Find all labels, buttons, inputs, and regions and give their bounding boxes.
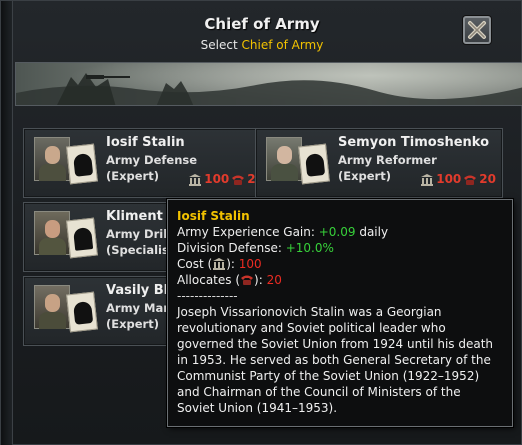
allocates-value: 20 <box>479 172 496 186</box>
advisor-trait: Army Reformer <box>338 153 437 167</box>
panel-left-edge <box>1 1 13 445</box>
telephone-icon <box>464 175 477 185</box>
tooltip-description-line: governed the Soviet Union from 1924 unti… <box>177 337 494 351</box>
advisor-selection-panel: Chief of Army Select Chief of Army Iosif… <box>0 0 522 445</box>
advisor-portrait <box>266 137 302 181</box>
advisor-level: (Expert) <box>106 317 159 331</box>
advisor-portrait <box>34 285 70 329</box>
tooltip-experience-gain: Army Experience Gain: +0.09 daily <box>177 225 389 239</box>
advisor-costs: 100 20 <box>188 172 264 186</box>
division-defense-value: +10.0% <box>285 241 334 255</box>
advisor-card-timoshenko[interactable]: Semyon Timoshenko Army Reformer (Expert)… <box>255 128 503 198</box>
army-drill-trait-icon <box>66 217 98 259</box>
advisor-name: Semyon Timoshenko <box>338 135 490 150</box>
telephone-icon <box>241 275 254 285</box>
advisor-name: Iosif Stalin <box>106 135 185 150</box>
political-power-icon <box>421 173 434 186</box>
cost-value: 100 <box>204 172 230 186</box>
tooltip-separator: -------------- <box>177 289 238 303</box>
army-defense-trait-icon <box>66 143 98 185</box>
subtitle-prefix: Select <box>200 38 238 52</box>
political-power-icon <box>213 258 226 270</box>
advisor-trait: Army Defense <box>106 153 198 167</box>
cost-value: 100 <box>436 172 462 186</box>
advisor-costs: 100 20 <box>420 172 496 186</box>
advisor-tooltip: Iosif Stalin Army Experience Gain: +0.09… <box>167 199 513 427</box>
advisor-level: (Expert) <box>338 169 391 183</box>
tooltip-description-line: Joseph Vissarionovich Stalin was a Georg… <box>177 305 442 319</box>
tooltip-advisor-name: Iosif Stalin <box>177 209 250 223</box>
subtitle-highlight: Chief of Army <box>241 38 324 52</box>
tooltip-division-defense: Division Defense: +10.0% <box>177 241 334 255</box>
close-button[interactable] <box>463 16 491 44</box>
tooltip-allocates: Allocates (): 20 <box>177 273 282 287</box>
tooltip-cost: Cost (): 100 <box>177 257 262 271</box>
experience-gain-value: +0.09 <box>318 225 356 239</box>
political-power-icon <box>189 173 202 186</box>
tooltip-description-line: and Chairman of the Council of Ministers… <box>177 385 461 399</box>
panel-title: Chief of Army <box>204 15 320 33</box>
advisor-portrait <box>34 211 70 255</box>
tooltip-description-line: Communist Party of the Soviet Union (192… <box>177 369 480 383</box>
advisor-level: (Expert) <box>106 169 159 183</box>
advisor-card-stalin[interactable]: Iosif Stalin Army Defense (Expert) 100 2… <box>23 128 271 198</box>
advisor-portrait <box>34 137 70 181</box>
category-banner-image <box>15 62 522 106</box>
army-maneuver-trait-icon <box>66 291 98 333</box>
panel-subtitle: Select Chief of Army <box>1 38 522 52</box>
tooltip-description-line: in 1953. He served as both General Secre… <box>177 353 491 367</box>
allocates-value: 20 <box>266 273 282 287</box>
telephone-icon <box>232 175 245 185</box>
army-reformer-trait-icon <box>298 143 330 185</box>
close-icon <box>468 21 486 39</box>
advisor-trait: Army Drill <box>106 227 172 241</box>
cost-value: 100 <box>238 257 262 271</box>
tooltip-description-line: Soviet Union (1941–1953). <box>177 401 338 415</box>
tooltip-description-line: revolutionary and Soviet political leade… <box>177 321 446 335</box>
